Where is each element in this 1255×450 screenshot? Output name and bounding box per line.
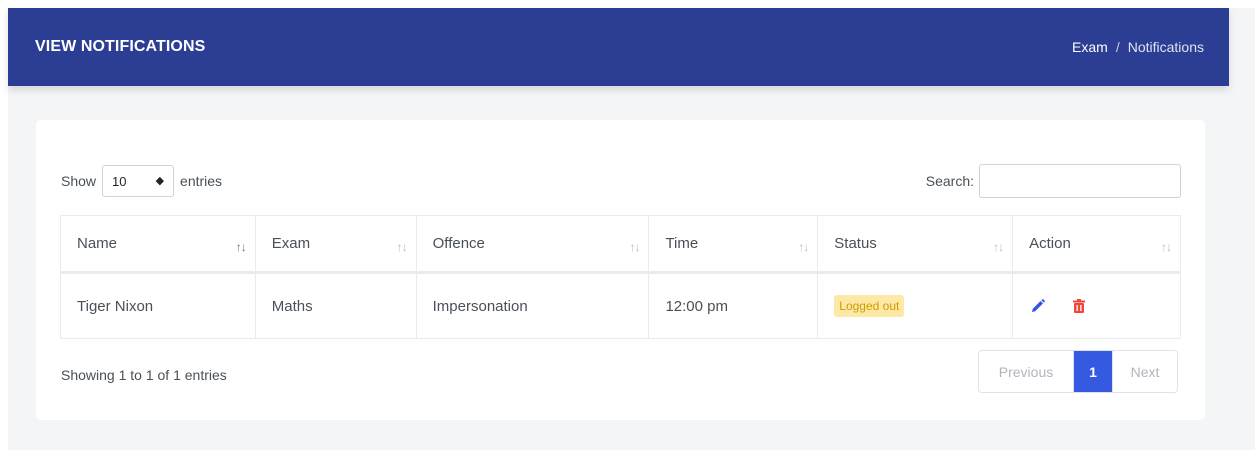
page-size-value: 10 (112, 173, 127, 189)
table-row: Tiger Nixon Maths Impersonation 12:00 pm… (60, 272, 1181, 339)
column-label: Name (77, 235, 118, 252)
search-control: Search: (926, 164, 1181, 198)
column-header-time[interactable]: Time ↑↓ (648, 215, 819, 274)
sort-icon: ↑↓ (235, 239, 247, 254)
entries-label: entries (180, 173, 223, 189)
page-length-control: Show 10 ◆ entries (61, 165, 222, 197)
column-header-exam[interactable]: Exam ↑↓ (254, 215, 417, 274)
trash-icon[interactable] (1073, 299, 1087, 313)
column-header-action[interactable]: Action ↑↓ (1012, 215, 1181, 274)
notifications-card: Show 10 ◆ entries Search: Name ↑↓ Exam ↑… (36, 120, 1205, 420)
column-label: Exam (271, 235, 311, 252)
page: VIEW NOTIFICATIONS Exam / Notifications … (8, 8, 1255, 450)
table-header-row: Name ↑↓ Exam ↑↓ Offence ↑↓ Time ↑↓ Statu… (60, 215, 1181, 274)
breadcrumb-current: Notifications (1127, 39, 1204, 55)
search-input[interactable] (979, 164, 1181, 198)
breadcrumb-exam-link[interactable]: Exam (1072, 39, 1108, 55)
sort-icon: ↑↓ (993, 239, 1004, 254)
page-size-select[interactable]: 10 ◆ (102, 165, 175, 197)
cell-offence: Impersonation (415, 272, 650, 339)
table-controls: Show 10 ◆ entries Search: (61, 163, 1181, 199)
column-header-status[interactable]: Status ↑↓ (817, 215, 1014, 274)
page-header: VIEW NOTIFICATIONS Exam / Notifications (8, 8, 1229, 86)
column-label: Offence (432, 235, 485, 252)
page-title: VIEW NOTIFICATIONS (35, 38, 206, 55)
column-header-offence[interactable]: Offence ↑↓ (415, 215, 650, 274)
sort-icon: ↑↓ (396, 239, 408, 254)
table-info: Showing 1 to 1 of 1 entries (61, 367, 227, 383)
show-label: Show (61, 173, 97, 189)
sort-icon: ↑↓ (629, 239, 640, 254)
cell-time: 12:00 pm (648, 272, 819, 339)
previous-page-button[interactable]: Previous (979, 351, 1074, 392)
status-badge: Logged out (834, 295, 905, 317)
search-label: Search: (925, 173, 974, 189)
sort-icon: ↑↓ (798, 239, 809, 254)
pencil-icon[interactable] (1031, 299, 1045, 313)
page-1-button[interactable]: 1 (1074, 351, 1112, 392)
row-actions (1029, 299, 1164, 313)
column-label: Time (665, 235, 699, 252)
cell-status: Logged out (817, 272, 1014, 339)
breadcrumb-separator: / (1115, 39, 1120, 55)
column-header-name[interactable]: Name ↑↓ (60, 215, 256, 274)
select-arrows-icon: ◆ (155, 174, 165, 187)
breadcrumb: Exam / Notifications (1072, 39, 1204, 55)
notifications-table: Name ↑↓ Exam ↑↓ Offence ↑↓ Time ↑↓ Statu… (60, 215, 1181, 339)
cell-action (1012, 272, 1181, 339)
cell-name: Tiger Nixon (60, 272, 256, 339)
next-page-button[interactable]: Next (1112, 351, 1177, 392)
sort-icon: ↑↓ (1161, 239, 1172, 254)
pagination: Previous 1 Next (978, 350, 1178, 393)
column-label: Action (1029, 235, 1071, 252)
cell-exam: Maths (254, 272, 417, 339)
column-label: Status (834, 235, 877, 252)
